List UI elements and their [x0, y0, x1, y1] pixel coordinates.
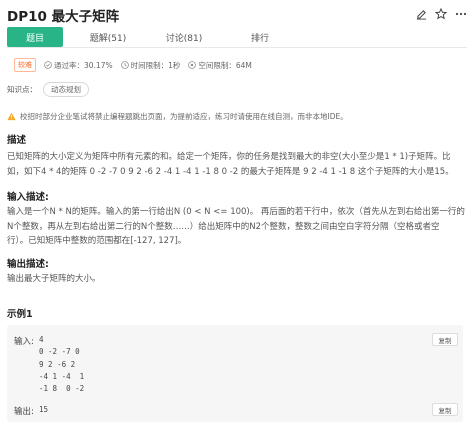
space-limit: 空间限制：64M [188, 60, 252, 71]
check-circle-icon [44, 61, 52, 69]
tab-discussion[interactable]: 讨论(81) [153, 27, 215, 47]
example-input-value[interactable]: 4 0 -2 -7 0 9 2 -6 2 -4 1 -4 1 -1 8 0 -2 [39, 334, 84, 395]
description-body: 已知矩阵的大小定义为矩阵中所有元素的和。给定一个矩阵，你的任务是找到最大的非空(… [7, 150, 469, 179]
example-title: 示例1 [7, 309, 33, 320]
tab-problem[interactable]: 题目 [7, 27, 63, 47]
copy-output-button[interactable]: 复制 [432, 403, 458, 416]
input-desc-line: 输入是一个N * N的矩阵。输入的第一行给出N (0 < N <= 100)。 … [7, 207, 465, 217]
problem-tabs: 题目 题解(51) 讨论(81) 排行 [7, 27, 467, 47]
problem-title: DP10 最大子矩阵 [7, 9, 120, 25]
input-desc-title: 输入描述: [7, 192, 49, 203]
tab-divider [7, 47, 467, 48]
knowledge-points: 知识点： 动态规划 [7, 82, 89, 97]
output-desc-line: 输出最大子矩阵的大小。 [7, 274, 101, 284]
clock-icon [120, 61, 129, 69]
memory-icon [188, 61, 197, 69]
description-title: 描述 [7, 135, 27, 146]
pass-rate: 通过率：30.17% [44, 60, 113, 71]
difficulty-badge: 较难 [14, 58, 36, 72]
output-desc-title: 输出描述: [7, 259, 49, 270]
tab-solutions[interactable]: 题解(51) [63, 27, 153, 47]
input-desc-line: 行）。已知矩阵中整数的范围都在[-127, 127]。 [7, 236, 187, 246]
problem-meta: 较难 通过率：30.17% 时间限制：1秒 空间限制：64M [14, 58, 252, 72]
input-desc-body: 输入是一个N * N的矩阵。输入的第一行给出N (0 < N <= 100)。 … [7, 205, 469, 249]
title-bar: DP10 最大子矩阵 [7, 4, 469, 25]
more-icon[interactable] [455, 8, 467, 20]
input-desc-line: N个整数，再从左到右给出第二行的N个整数……）给出矩阵中的N2个整数，整数之间由… [7, 221, 440, 232]
example-box: 输入: 4 0 -2 -7 0 9 2 -6 2 -4 1 -4 1 -1 8 … [7, 325, 463, 422]
star-icon[interactable] [435, 8, 447, 20]
tab-ranking[interactable]: 排行 [215, 27, 305, 47]
description-line: 如，如下4 * 4的矩阵 0 -2 -7 0 9 2 -6 2 -4 1 -4 … [7, 166, 454, 177]
time-limit: 时间限制：1秒 [120, 60, 181, 71]
description-line: 已知矩阵的大小定义为矩阵中所有元素的和。给定一个矩阵，你的任务是找到最大的非空(… [7, 152, 451, 162]
copy-input-button[interactable]: 复制 [432, 333, 458, 346]
knowledge-label: 知识点： [7, 85, 37, 94]
title-actions [415, 8, 467, 20]
space-limit-text: 空间限制：64M [198, 60, 252, 70]
edit-icon[interactable] [415, 8, 427, 20]
example-output-value[interactable]: 15 [39, 405, 48, 414]
pass-rate-text: 通过率：30.17% [54, 60, 113, 70]
warning-notice: 校招时部分企业笔试将禁止编程题跳出页面，为提前适应，练习时请使用在线自测，而非本… [7, 111, 348, 122]
time-limit-text: 时间限制：1秒 [130, 60, 181, 70]
warning-icon [7, 112, 16, 121]
example-input-label: 输入: [14, 337, 34, 347]
knowledge-tag[interactable]: 动态规划 [43, 82, 89, 97]
warning-text: 校招时部分企业笔试将禁止编程题跳出页面，为提前适应，练习时请使用在线自测，而非本… [20, 112, 348, 121]
example-output-label: 输出: [14, 407, 34, 417]
output-desc-body: 输出最大子矩阵的大小。 [7, 272, 469, 287]
